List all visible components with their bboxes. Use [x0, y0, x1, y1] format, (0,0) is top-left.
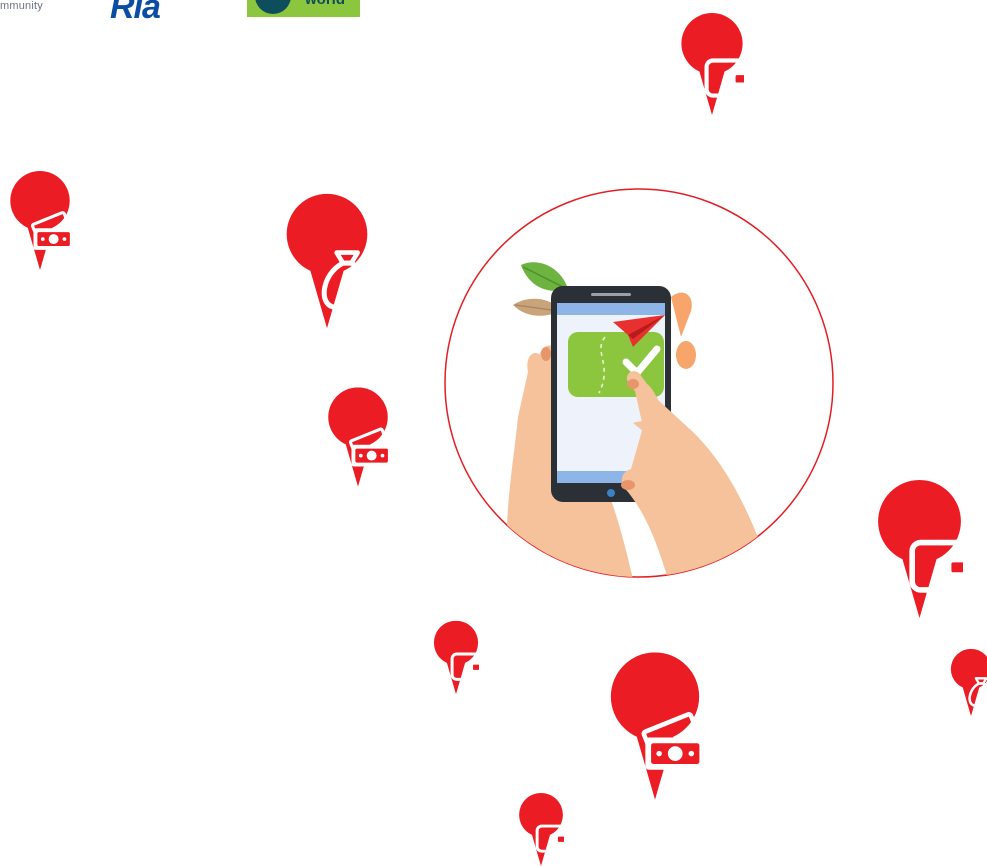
community-logo[interactable]: mmunity: [0, 0, 43, 12]
location-pin-money-bills[interactable]: [609, 652, 701, 800]
location-pin-wallet[interactable]: [433, 620, 479, 695]
location-pin-wallet[interactable]: [876, 480, 963, 618]
world-logo[interactable]: world: [247, 0, 360, 17]
location-pin-money-bag[interactable]: [950, 648, 987, 717]
location-pin-money-bills[interactable]: [327, 387, 389, 487]
location-pin-wallet[interactable]: [518, 793, 564, 866]
ria-logo[interactable]: Ria: [110, 0, 161, 27]
world-logo-text: world: [305, 0, 345, 8]
location-pin-money-bag[interactable]: [285, 193, 369, 329]
hero-illustration: [443, 187, 835, 579]
globe-icon: [255, 0, 291, 14]
location-pin-wallet[interactable]: [680, 13, 744, 115]
location-pin-money-bills[interactable]: [9, 171, 71, 270]
